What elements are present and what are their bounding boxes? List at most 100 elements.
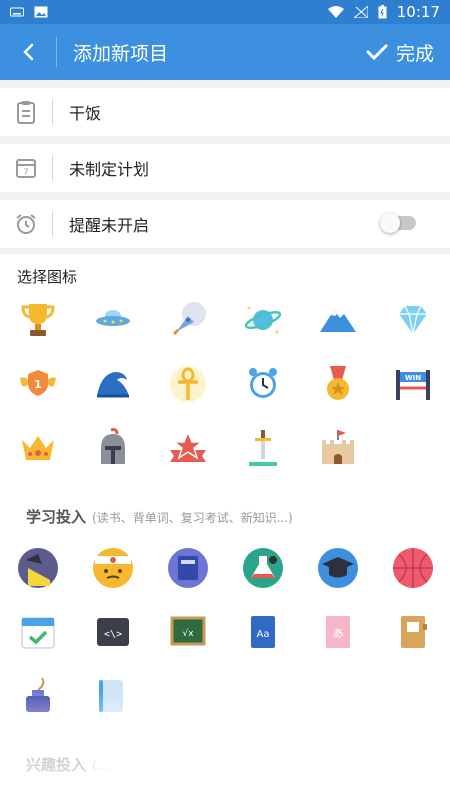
- notebook-icon: [400, 616, 427, 648]
- reminder-label: 提醒未开启: [69, 216, 150, 235]
- svg-text:Aa: Aa: [256, 629, 269, 640]
- reminder-row[interactable]: 提醒未开启: [0, 200, 450, 248]
- castle-icon: [321, 430, 354, 464]
- icon-option[interactable]: [0, 664, 75, 728]
- done-button[interactable]: 完成: [366, 39, 434, 66]
- svg-text:7: 7: [23, 168, 28, 177]
- icon-option[interactable]: [375, 536, 450, 600]
- book-icon: [167, 548, 208, 588]
- rocket-icon: [172, 302, 206, 336]
- plan-value[interactable]: 未制定计划: [69, 156, 149, 180]
- wave-icon: [96, 372, 129, 398]
- svg-text:√x: √x: [182, 628, 194, 639]
- planet-icon: [244, 306, 281, 334]
- icon-option[interactable]: [75, 288, 150, 352]
- chalkboard-icon: √x: [170, 616, 205, 646]
- icon-option[interactable]: あ: [300, 600, 375, 664]
- icon-option[interactable]: [225, 352, 300, 416]
- helmet-icon: [100, 428, 125, 464]
- reminder-toggle[interactable]: [380, 213, 416, 233]
- signal-icon: [353, 6, 368, 18]
- icon-option[interactable]: [300, 536, 375, 600]
- icon-option[interactable]: Aa: [225, 600, 300, 664]
- icon-option[interactable]: [225, 536, 300, 600]
- plan-row[interactable]: 7 未制定计划: [0, 144, 450, 192]
- calendar-icon: 7: [16, 159, 36, 178]
- toggle-knob: [380, 213, 400, 233]
- app-bar-divider: [56, 37, 57, 67]
- winged-badge-icon: 1: [19, 370, 56, 396]
- clipboard-icon: [17, 101, 35, 124]
- icon-option[interactable]: [75, 664, 150, 728]
- japanese-card-icon: あ: [325, 616, 350, 648]
- icon-option[interactable]: [0, 600, 75, 664]
- interest-subheading: (...: [92, 759, 109, 773]
- battery-icon: [378, 5, 387, 19]
- icon-option[interactable]: [375, 600, 450, 664]
- done-label: 完成: [395, 42, 434, 65]
- study-icon-grid: <\> √x Aa あ: [0, 536, 450, 728]
- study-heading: 学习投入 (读书、背单词、复习考试、新知识...): [26, 508, 293, 526]
- name-input[interactable]: 干饭: [69, 100, 101, 124]
- icon-option[interactable]: [300, 352, 375, 416]
- icon-option[interactable]: [150, 352, 225, 416]
- name-row[interactable]: 干饭: [0, 88, 450, 136]
- image-icon: [34, 6, 48, 18]
- desk-lamp-icon: [17, 548, 58, 588]
- headband-face-icon: [92, 548, 133, 588]
- svg-text:1: 1: [34, 378, 42, 391]
- icon-section-title: 选择图标: [17, 268, 78, 286]
- icon-option[interactable]: [300, 288, 375, 352]
- icon-option[interactable]: WIN: [375, 352, 450, 416]
- ufo-icon: [95, 310, 130, 326]
- icon-option[interactable]: <\>: [75, 600, 150, 664]
- keyboard-icon: [10, 7, 24, 17]
- icon-option[interactable]: [75, 352, 150, 416]
- mountain-icon: [319, 310, 356, 332]
- sword-icon: [248, 430, 277, 466]
- icon-option[interactable]: [0, 536, 75, 600]
- icon-option[interactable]: 1: [0, 352, 75, 416]
- status-time: 10:17: [396, 3, 440, 21]
- check-icon: [366, 44, 388, 61]
- graduation-cap-icon: [317, 548, 358, 588]
- icon-option[interactable]: √x: [150, 600, 225, 664]
- calendar-check-icon: [20, 617, 55, 649]
- page-title: 添加新项目: [73, 42, 169, 65]
- back-button[interactable]: [0, 24, 56, 80]
- icon-option[interactable]: [225, 288, 300, 352]
- icon-option[interactable]: [75, 536, 150, 600]
- icon-option[interactable]: [150, 288, 225, 352]
- achievement-icon-grid: 1 WIN: [0, 288, 450, 480]
- star-ribbon-icon: [169, 429, 206, 462]
- icon-option[interactable]: [150, 416, 225, 480]
- basketball-icon: [392, 548, 433, 588]
- icon-option[interactable]: [300, 416, 375, 480]
- code-window-icon: <\>: [96, 618, 129, 646]
- interest-heading: 兴趣投入 (...: [26, 756, 109, 774]
- alarm-icon: [16, 214, 36, 234]
- icon-option[interactable]: [75, 416, 150, 480]
- crown-icon: [21, 436, 54, 460]
- chevron-left-icon: [23, 43, 34, 61]
- status-bar: 10:17: [0, 0, 450, 24]
- medal-icon: [326, 366, 349, 400]
- ink-bottle-icon: [25, 677, 50, 712]
- tablet-icon: [98, 680, 123, 712]
- svg-text:<\>: <\>: [103, 629, 121, 640]
- study-subheading: (读书、背单词、复习考试、新知识...): [92, 511, 293, 525]
- icon-option[interactable]: [0, 416, 75, 480]
- diamond-icon: [398, 305, 427, 335]
- wifi-icon: [327, 6, 344, 18]
- flask-icon: [242, 548, 283, 588]
- icon-picker: 选择图标 1 WIN 学习投入 (读书、背单词、复习考试、新知识...) <\> …: [0, 254, 450, 800]
- win-banner-icon: WIN: [395, 370, 430, 400]
- alarm-clock-icon: [248, 368, 277, 398]
- app-bar: 添加新项目 完成: [0, 24, 450, 80]
- icon-option[interactable]: [150, 536, 225, 600]
- icon-option[interactable]: [375, 288, 450, 352]
- icon-option[interactable]: [0, 288, 75, 352]
- dictionary-icon: Aa: [250, 616, 275, 648]
- ankh-icon: [169, 366, 206, 402]
- icon-option[interactable]: [225, 416, 300, 480]
